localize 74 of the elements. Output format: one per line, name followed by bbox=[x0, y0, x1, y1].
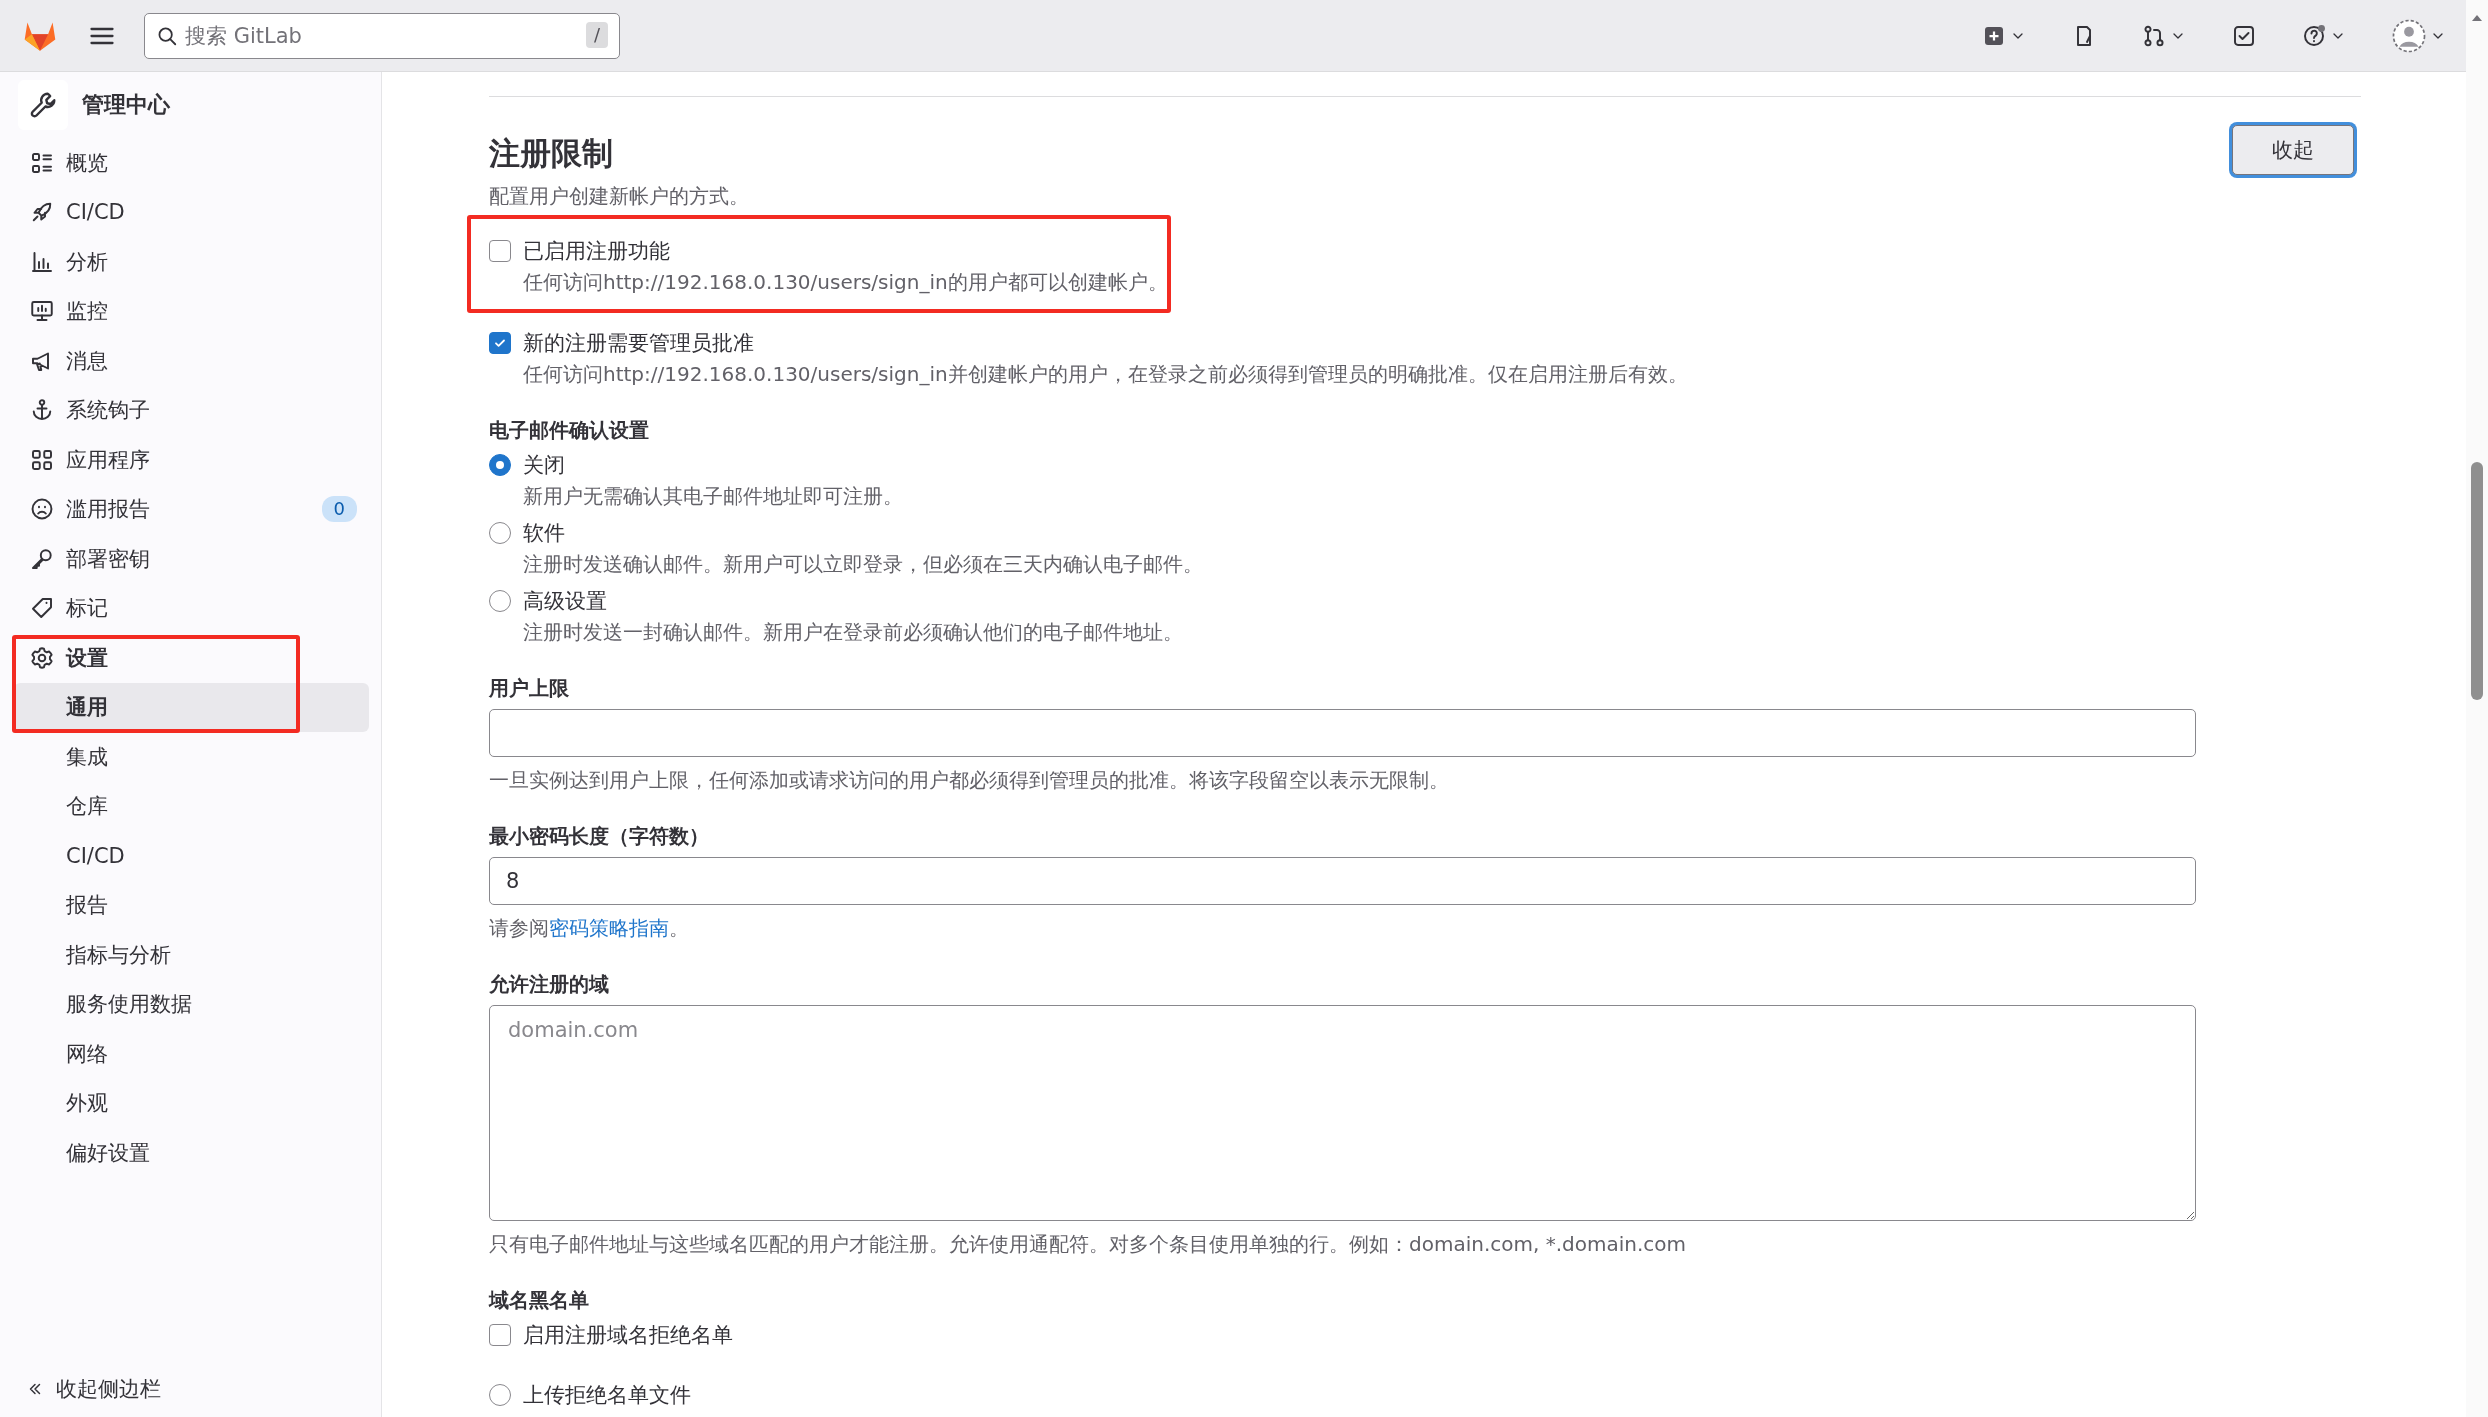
checkbox[interactable] bbox=[489, 240, 511, 262]
sidebar-subitem[interactable]: CI/CD bbox=[14, 831, 369, 881]
sidebar-item[interactable]: 部署密钥 bbox=[14, 534, 369, 584]
checkbox[interactable] bbox=[489, 332, 511, 354]
scrollbar-thumb[interactable] bbox=[2471, 462, 2483, 700]
sidebar-item[interactable]: 分析 bbox=[14, 237, 369, 287]
tag-icon bbox=[30, 596, 54, 621]
help-link[interactable]: 密码策略指南 bbox=[549, 916, 669, 940]
help-text: 只有电子邮件地址与这些域名匹配的用户才能注册。允许使用通配符。对多个条目使用单独的行。例如：domain.com, *.domain.com bbox=[489, 1231, 1688, 1258]
field-label: 用户上限 bbox=[489, 675, 570, 702]
radio-button[interactable] bbox=[489, 454, 511, 476]
option-label: 启用注册域名拒绝名单 bbox=[523, 1322, 733, 1349]
sidebar-item[interactable]: 设置 bbox=[14, 633, 369, 683]
help-text: 注册时发送确认邮件。新用户可以立即登录，但必须在三天内确认电子邮件。 bbox=[523, 551, 1203, 578]
gear-icon bbox=[30, 645, 54, 670]
sidebar-item[interactable]: 标记 bbox=[14, 583, 369, 633]
bar-chart-icon bbox=[30, 249, 54, 274]
sidebar-subitem[interactable]: 通用 bbox=[14, 682, 369, 732]
merge-requests-icon bbox=[2142, 23, 2166, 48]
sidebar-item[interactable]: 监控 bbox=[14, 286, 369, 336]
sidebar-subitem[interactable]: 指标与分析 bbox=[14, 930, 369, 980]
radio-button[interactable] bbox=[489, 522, 511, 544]
key-icon bbox=[30, 546, 54, 571]
sidebar-subitem[interactable]: 服务使用数据 bbox=[14, 979, 369, 1029]
count-badge: 0 bbox=[321, 496, 357, 523]
sidebar-subitem[interactable]: 集成 bbox=[14, 732, 369, 782]
anchor-icon bbox=[30, 398, 54, 423]
help-text: 任何访问http://192.168.0.130/users/sign_in的用户都可以创建帐户。 bbox=[523, 269, 1168, 296]
option-label: 软件 bbox=[523, 520, 566, 547]
field-label: 电子邮件确认设置 bbox=[489, 417, 650, 444]
field-label: 最小密码长度（字符数） bbox=[489, 823, 710, 850]
text-area[interactable]: domain.com bbox=[489, 1005, 2196, 1221]
sidebar-subitem[interactable]: 外观 bbox=[14, 1078, 369, 1128]
collapse-button[interactable]: 收起 bbox=[2232, 125, 2354, 175]
sidebar-item[interactable]: 概览 bbox=[14, 138, 369, 188]
help-text: 注册时发送一封确认邮件。新用户在登录前必须确认他们的电子邮件地址。 bbox=[523, 619, 1183, 646]
sidebar-title: 管理中心 bbox=[82, 91, 170, 119]
section-title: 注册限制 bbox=[489, 134, 614, 173]
option-label: 关闭 bbox=[523, 452, 566, 479]
option-label: 高级设置 bbox=[523, 588, 608, 615]
avatar-icon bbox=[2392, 18, 2426, 53]
apps-grid-icon bbox=[30, 447, 54, 472]
sidebar-item[interactable]: CI/CD bbox=[14, 187, 369, 237]
sidebar-subitem[interactable]: 报告 bbox=[14, 880, 369, 930]
field-label: 域名黑名单 bbox=[489, 1287, 590, 1314]
help-text: 请参阅密码策略指南。 bbox=[489, 915, 690, 942]
help-text: 一旦实例达到用户上限，任何添加或请求访问的用户都必须得到管理员的批准。将该字段留空以表示无限制。 bbox=[489, 767, 1450, 794]
option-label: 上传拒绝名单文件 bbox=[523, 1382, 691, 1409]
section-description: 配置用户创建新帐户的方式。 bbox=[489, 183, 749, 210]
option-label: 新的注册需要管理员批准 bbox=[523, 330, 755, 357]
wrench-icon bbox=[18, 80, 68, 130]
sidebar-subitem[interactable]: 偏好设置 bbox=[14, 1128, 369, 1178]
input-field[interactable] bbox=[489, 709, 2196, 757]
sidebar-item[interactable]: 应用程序 bbox=[14, 435, 369, 485]
checkbox[interactable] bbox=[489, 1324, 511, 1346]
option-label: 已启用注册功能 bbox=[523, 238, 671, 265]
help-text: 任何访问http://192.168.0.130/users/sign_in并创建帐户的用户，在登录之前必须得到管理员的明确批准。仅在启用注册后有效。 bbox=[523, 361, 1688, 388]
input-field[interactable]: 8 bbox=[489, 857, 2196, 905]
grid-list-icon bbox=[30, 150, 54, 175]
sidebar-item[interactable]: 滥用报告 0 bbox=[14, 484, 369, 534]
sad-face-icon bbox=[30, 497, 54, 522]
collapse-sidebar-link[interactable]: 收起侧边栏 bbox=[14, 1369, 369, 1409]
monitor-icon bbox=[30, 299, 54, 324]
help-text: 新用户无需确认其电子邮件地址即可注册。 bbox=[523, 483, 903, 510]
field-label: 允许注册的域 bbox=[489, 971, 610, 998]
scrollbar[interactable] bbox=[2466, 0, 2488, 1417]
todo-icon bbox=[2232, 23, 2256, 48]
sidebar-subitem[interactable]: 仓库 bbox=[14, 781, 369, 831]
sidebar-item[interactable]: 系统钩子 bbox=[14, 385, 369, 435]
radio-button[interactable] bbox=[489, 590, 511, 612]
sidebar-item[interactable]: 消息 bbox=[14, 336, 369, 386]
sidebar-subitem[interactable]: 网络 bbox=[14, 1029, 369, 1079]
help-icon bbox=[2302, 23, 2326, 48]
radio-button[interactable] bbox=[489, 1384, 511, 1406]
